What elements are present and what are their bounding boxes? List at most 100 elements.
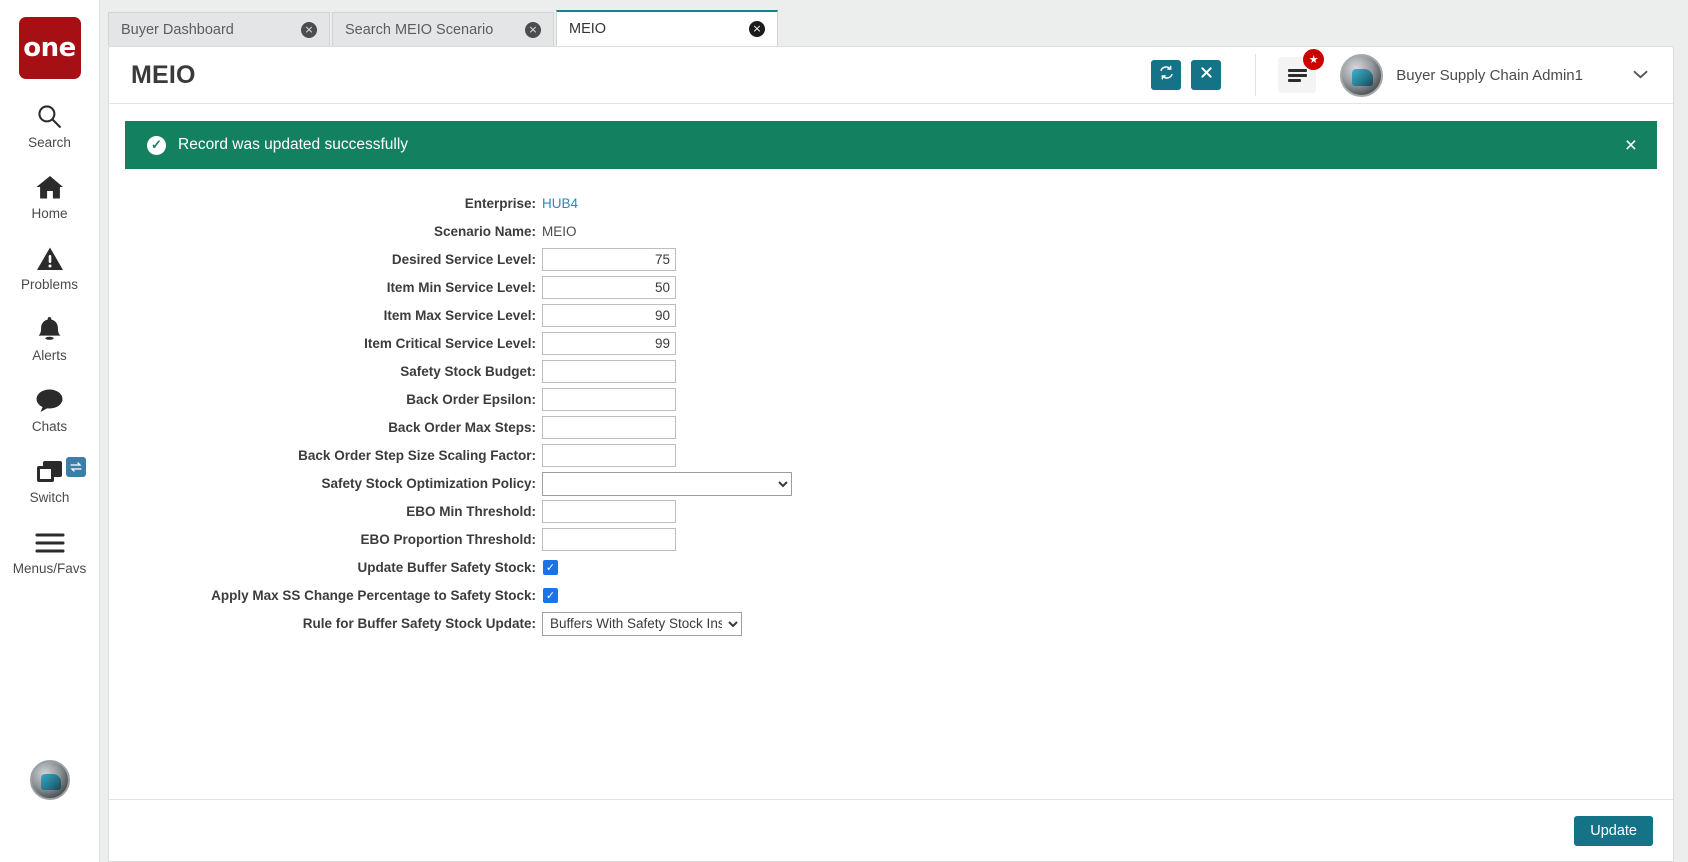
rail-avatar[interactable] (29, 760, 70, 800)
star-icon: ★ (1303, 49, 1325, 70)
rail-item-menus-favs[interactable]: Menus/Favs (0, 526, 100, 576)
field-input-ebo-proportion-threshold[interactable] (542, 528, 676, 551)
rail-item-label: Chats (31, 419, 68, 434)
rail-item-switch[interactable]: Switch (0, 455, 100, 505)
rail-item-label: Switch (29, 490, 70, 505)
form-row-update-buffer-safety-stock: Update Buffer Safety Stock: ✓ (125, 555, 1657, 580)
field-label-update-buffer-safety-stock: Update Buffer Safety Stock: (357, 560, 536, 575)
rail-item-alerts[interactable]: Alerts (0, 313, 100, 363)
field-label-scenario-name: Scenario Name: (433, 224, 536, 239)
form-row-rule-for-buffer-safety-stock-update: Rule for Buffer Safety Stock Update: Buff… (125, 611, 1657, 636)
close-page-button[interactable] (1191, 60, 1222, 90)
field-input-back-order-step-size-scaling-factor[interactable] (542, 444, 676, 467)
form-row-enterprise: Enterprise: HUB4 (125, 191, 1657, 216)
tab-strip: Buyer Dashboard × Search MEIO Scenario × MEI… (100, 0, 1688, 46)
form-row-apply-max-ss-change-percentage-to-safety-stock: Apply Max SS Change Percentage to Safety… (125, 583, 1657, 608)
close-circle-icon[interactable]: × (301, 21, 317, 38)
hamburger-menu-icon-bar3 (1287, 78, 1301, 82)
refresh-button[interactable] (1151, 60, 1182, 90)
close-icon (1200, 66, 1213, 84)
field-value-scenario-name: MEIO (542, 224, 577, 239)
field-label-safety-stock-budget: Safety Stock Budget: (400, 364, 536, 379)
main-region: Buyer Dashboard × Search MEIO Scenario × MEI… (100, 0, 1688, 862)
banner-dismiss-button[interactable]: × (1625, 135, 1637, 156)
form-row-back-order-epsilon: Back Order Epsilon: (125, 387, 1657, 412)
field-input-desired-service-level[interactable] (542, 248, 676, 271)
field-input-item-critical-service-level[interactable] (542, 332, 676, 355)
tab-meio[interactable]: MEIO × (556, 10, 778, 46)
bell-icon (37, 313, 62, 346)
menu-button[interactable]: ★ (1278, 49, 1325, 93)
field-checkbox-apply-max-ss-change-percentage-to-safety-stock[interactable]: ✓ (543, 588, 558, 603)
field-input-item-max-service-level[interactable] (542, 304, 676, 327)
hamburger-menu-icon-bar2 (1287, 73, 1307, 77)
close-circle-icon[interactable]: × (749, 21, 765, 37)
form-row-back-order-step-size-scaling-factor: Back Order Step Size Scaling Factor: (125, 443, 1657, 468)
field-input-back-order-epsilon[interactable] (542, 388, 676, 411)
rail-item-problems[interactable]: Problems (0, 242, 100, 292)
check-circle-icon: ✓ (147, 135, 166, 155)
field-label-ebo-proportion-threshold: EBO Proportion Threshold: (360, 532, 537, 547)
tab-label: MEIO (569, 21, 607, 37)
form-row-desired-service-level: Desired Service Level: (125, 247, 1657, 272)
user-menu-toggle[interactable] (1623, 58, 1657, 92)
rail-item-label: Search (28, 135, 71, 150)
page-title: MEIO (131, 60, 196, 89)
one-network-logo[interactable]: one (18, 17, 81, 79)
tab-search-meio-scenario[interactable]: Search MEIO Scenario × (332, 12, 554, 46)
field-label-ebo-min-threshold: EBO Min Threshold: (406, 504, 536, 519)
form-row-safety-stock-budget: Safety Stock Budget: (125, 359, 1657, 384)
switch-windows-icon (36, 455, 64, 488)
rail-item-label: Problems (20, 277, 79, 292)
field-label-rule-for-buffer-safety-stock-update: Rule for Buffer Safety Stock Update: (302, 616, 536, 631)
form-row-safety-stock-optimization-policy: Safety Stock Optimization Policy: (125, 471, 1657, 496)
rail-item-label: Alerts (32, 348, 67, 363)
field-label-back-order-max-steps: Back Order Max Steps: (388, 420, 536, 435)
form-row-scenario-name: Scenario Name: MEIO (125, 219, 1657, 244)
rail-item-home[interactable]: Home (0, 171, 100, 221)
rail-item-label: Menus/Favs (12, 561, 87, 576)
form-row-back-order-max-steps: Back Order Max Steps: (125, 415, 1657, 440)
field-label-desired-service-level: Desired Service Level: (391, 252, 536, 267)
rail-item-search[interactable]: Search (0, 100, 100, 150)
refresh-icon (1159, 65, 1174, 85)
field-input-safety-stock-budget[interactable] (542, 360, 676, 383)
app-header: MEIO ★ Buyer Supply Chain Admin1 (109, 47, 1673, 104)
page-body: ✓ Record was updated successfully × Ente… (109, 104, 1673, 799)
warning-triangle-icon (36, 242, 64, 275)
form-row-item-min-service-level: Item Min Service Level: (125, 275, 1657, 300)
home-icon (35, 171, 65, 204)
meio-scenario-form: Enterprise: HUB4 Scenario Name: MEIO Desired… (125, 169, 1657, 636)
rail-item-label: Home (31, 206, 68, 221)
field-input-back-order-max-steps[interactable] (542, 416, 676, 439)
header-divider (1255, 54, 1257, 96)
field-label-item-critical-service-level: Item Critical Service Level: (364, 336, 536, 351)
avatar[interactable] (1340, 53, 1384, 97)
field-label-safety-stock-optimization-policy: Safety Stock Optimization Policy: (321, 476, 536, 491)
field-select-rule-for-buffer-safety-stock-update[interactable]: Buffers With Safety Stock Inside (542, 611, 742, 636)
field-label-back-order-step-size-scaling-factor: Back Order Step Size Scaling Factor: (298, 448, 536, 463)
field-label-item-min-service-level: Item Min Service Level: (386, 280, 536, 295)
field-label-enterprise: Enterprise: (464, 196, 536, 211)
form-row-item-critical-service-level: Item Critical Service Level: (125, 331, 1657, 356)
update-button[interactable]: Update (1574, 815, 1653, 846)
tab-buyer-dashboard[interactable]: Buyer Dashboard × (108, 12, 330, 46)
swap-arrows-icon[interactable] (65, 457, 86, 477)
field-select-safety-stock-optimization-policy[interactable] (542, 471, 792, 496)
field-input-item-min-service-level[interactable] (542, 276, 676, 299)
field-link-enterprise[interactable]: HUB4 (542, 196, 578, 211)
hamburger-icon (34, 526, 65, 559)
chat-bubble-icon (35, 384, 64, 417)
field-input-ebo-min-threshold[interactable] (542, 500, 676, 523)
chevron-down-icon (1633, 66, 1648, 84)
page-footer: Update (109, 799, 1673, 861)
form-row-ebo-proportion-threshold: EBO Proportion Threshold: (125, 527, 1657, 552)
search-icon (36, 100, 63, 133)
left-nav-rail: one Search Home Problems Alerts Chats Switch M… (0, 0, 100, 862)
rail-item-chats[interactable]: Chats (0, 384, 100, 434)
field-label-apply-max-ss-change-percentage-to-safety-stock: Apply Max SS Change Percentage to Safety… (211, 588, 536, 603)
page-card: MEIO ★ Buyer Supply Chain Admin1 ✓ Recor… (108, 46, 1674, 862)
close-circle-icon[interactable]: × (525, 21, 541, 38)
form-row-ebo-min-threshold: EBO Min Threshold: (125, 499, 1657, 524)
field-checkbox-update-buffer-safety-stock[interactable]: ✓ (543, 560, 558, 575)
